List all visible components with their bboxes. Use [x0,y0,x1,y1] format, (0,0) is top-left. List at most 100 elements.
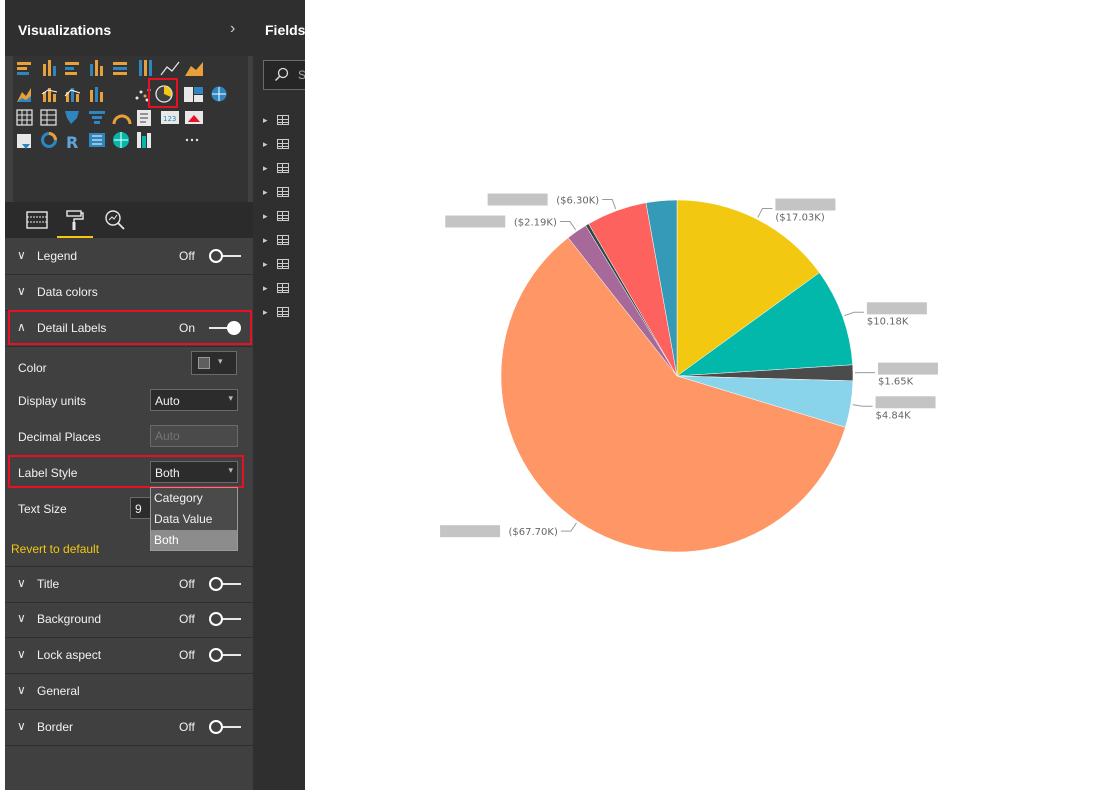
fields-search-input[interactable]: S [263,60,305,90]
color-swatch [198,357,210,369]
slice-detail-label: ($67.70K) [440,522,577,538]
label-leader-line [852,404,873,407]
clustered-column-icon[interactable] [90,60,103,76]
border-toggle[interactable] [209,719,241,735]
label-leader-line [757,208,773,218]
r-visual-icon[interactable]: R [66,133,78,152]
slice-detail-label: ($2.19K) [445,215,576,231]
display-units-dropdown[interactable]: Auto ▾ [150,389,238,411]
line-chart-icon[interactable] [160,61,180,76]
redacted-category-label [875,396,936,409]
section-title[interactable]: ∨ Title Off [5,566,253,603]
chevron-down-icon: ∨ [17,611,26,625]
section-data-colors-label: Data colors [37,285,98,299]
fields-well-icon[interactable] [25,208,49,232]
shape-map-icon[interactable] [89,133,105,147]
field-table-row[interactable]: ▸ [263,282,305,296]
section-border[interactable]: ∨ Border Off [5,710,253,746]
label-leader-line [559,221,576,231]
legend-toggle[interactable] [209,248,241,264]
table-icon [277,163,289,173]
funnel-icon[interactable] [89,111,105,124]
field-table-row[interactable]: ▸ [263,138,305,152]
multi-row-card-icon[interactable] [137,110,151,126]
option-category[interactable]: Category [151,488,237,509]
slice-value-label: ($2.19K) [514,218,557,229]
map-icon[interactable] [211,86,227,102]
section-legend[interactable]: ∨ Legend Off [5,239,253,275]
table-icon [277,235,289,245]
caret-down-icon: ▾ [228,393,233,403]
area-chart-icon[interactable] [185,62,203,76]
search-icon [274,67,289,82]
slice-detail-label: ($17.03K) [757,198,836,224]
card-icon[interactable]: 123 [161,111,179,124]
field-table-row[interactable]: ▸ [263,114,305,128]
table-icon[interactable] [16,109,33,126]
stacked-bar-icon[interactable] [17,62,31,75]
label-leader-line [602,199,617,210]
100-stacked-column-icon[interactable] [139,60,152,76]
slicer-icon[interactable] [17,134,31,149]
chevron-right-icon[interactable]: › [230,20,235,38]
background-toggle[interactable] [209,611,241,627]
100-stacked-bar-icon[interactable] [113,62,127,75]
selected-visual-highlight [148,78,178,108]
section-general[interactable]: ∨ General [5,674,253,710]
field-table-row[interactable]: ▸ [263,186,305,200]
fields-pane: Fields S ▸ ▸ ▸ ▸ ▸ ▸ ▸ ▸ ▸ [253,0,305,790]
line-stacked-column-icon[interactable] [64,88,81,102]
label-style-options-list: Category Data Value Both [150,487,238,551]
title-toggle[interactable] [209,576,241,592]
redacted-category-label [866,302,927,315]
slice-value-label: $4.84K [876,410,912,421]
analytics-magnifier-icon[interactable] [103,208,127,232]
field-table-row[interactable]: ▸ [263,162,305,176]
more-icon[interactable] [185,138,199,142]
matrix-icon[interactable] [40,109,57,126]
lock-aspect-toggle[interactable] [209,647,241,663]
section-lock-aspect[interactable]: ∨ Lock aspect Off [5,638,253,674]
line-clustered-column-icon[interactable] [41,88,58,102]
ribbon-chart-icon[interactable] [90,87,103,102]
visualizations-pane: Visualizations › 123 R ∨ Legend Off ∨ Da… [5,0,253,790]
decimal-places-label: Decimal Places [18,430,101,444]
slice-detail-label: ($6.30K) [487,193,617,210]
text-size-input[interactable]: 9 [130,497,152,519]
field-table-row[interactable]: ▸ [263,258,305,272]
kpi-icon[interactable] [185,111,203,124]
globe-map-icon[interactable] [113,132,129,148]
expand-icon: ▸ [263,187,268,197]
pie-chart[interactable]: ($17.03K) $10.18K $1.65K $4.84K ($67.70K) ($2… [305,0,1113,790]
table-icon [277,211,289,221]
custom-visual-icon[interactable] [137,132,151,148]
stacked-column-icon[interactable] [43,60,56,76]
gauge-icon[interactable] [112,114,132,125]
field-table-row[interactable]: ▸ [263,306,305,320]
expand-icon: ▸ [263,235,268,245]
treemap-icon[interactable] [184,87,203,102]
revert-to-default-link[interactable]: Revert to default [11,542,99,556]
stacked-area-icon[interactable] [17,88,31,102]
section-legend-label: Legend [37,249,78,263]
decimal-places-input[interactable] [150,425,238,447]
section-background[interactable]: ∨ Background Off [5,602,253,638]
option-both[interactable]: Both [151,530,237,550]
filled-map-icon[interactable] [65,111,79,124]
table-icon [277,115,289,125]
donut-chart-icon[interactable] [41,132,57,148]
clustered-bar-icon[interactable] [65,62,79,75]
section-data-colors[interactable]: ∨ Data colors [5,275,253,311]
format-paint-roller-icon[interactable] [63,208,87,232]
expand-icon: ▸ [263,163,268,173]
svg-text:123: 123 [163,115,176,123]
chevron-down-icon: ▾ [218,356,223,366]
option-data-value[interactable]: Data Value [151,509,237,530]
slice-value-label: ($67.70K) [509,527,558,538]
color-picker[interactable]: ▾ [191,351,237,375]
fields-search-placeholder: S [298,68,305,82]
field-table-row[interactable]: ▸ [263,234,305,248]
field-table-row[interactable]: ▸ [263,210,305,224]
redacted-category-label [487,193,548,206]
title-state: Off [179,577,195,591]
